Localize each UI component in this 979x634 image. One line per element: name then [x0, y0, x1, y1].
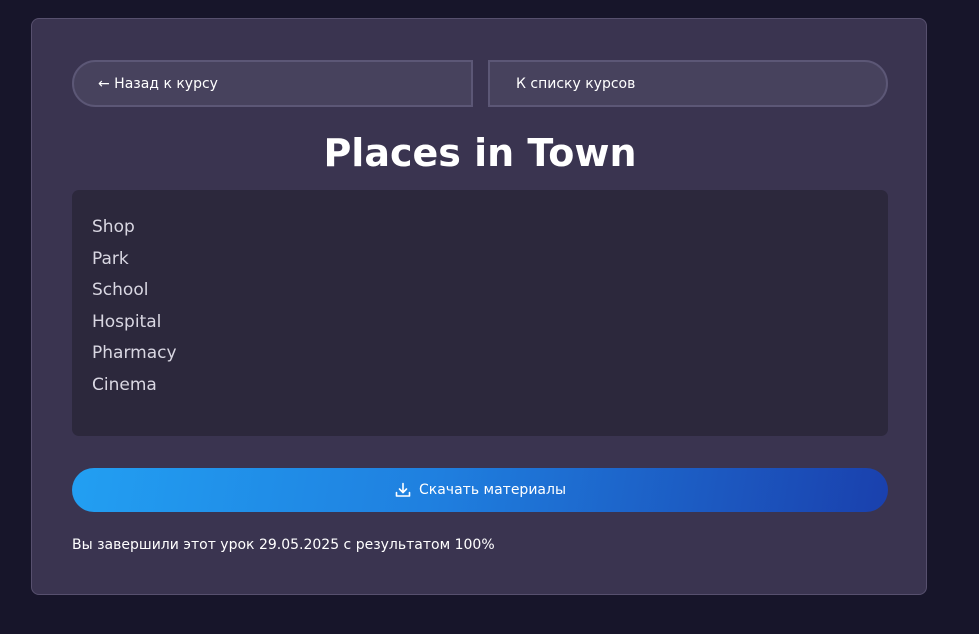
back-to-course-label: ← Назад к курсу: [98, 75, 218, 92]
vocabulary-list: Shop Park School Hospital Pharmacy Cinem…: [92, 212, 888, 402]
list-item: Hospital: [92, 311, 162, 332]
course-list-label: К списку курсов: [516, 75, 636, 92]
lesson-card: ← Назад к курсу К списку курсов Places i…: [31, 18, 927, 595]
course-list-button[interactable]: К списку курсов: [488, 60, 888, 107]
completion-status: Вы завершили этот урок 29.05.2025 с резу…: [72, 537, 495, 553]
list-item: Park: [92, 248, 129, 269]
lesson-title: Places in Town: [323, 131, 637, 175]
download-materials-button[interactable]: Скачать материалы: [72, 468, 888, 512]
list-item: Cinema: [92, 374, 157, 395]
download-icon: [394, 481, 412, 499]
lesson-content: Shop Park School Hospital Pharmacy Cinem…: [72, 190, 888, 436]
list-item: School: [92, 280, 149, 301]
list-item: Shop: [92, 217, 135, 237]
download-materials-label: Скачать материалы: [419, 482, 566, 498]
list-item: Pharmacy: [92, 343, 177, 364]
back-to-course-button[interactable]: ← Назад к курсу: [72, 60, 473, 107]
